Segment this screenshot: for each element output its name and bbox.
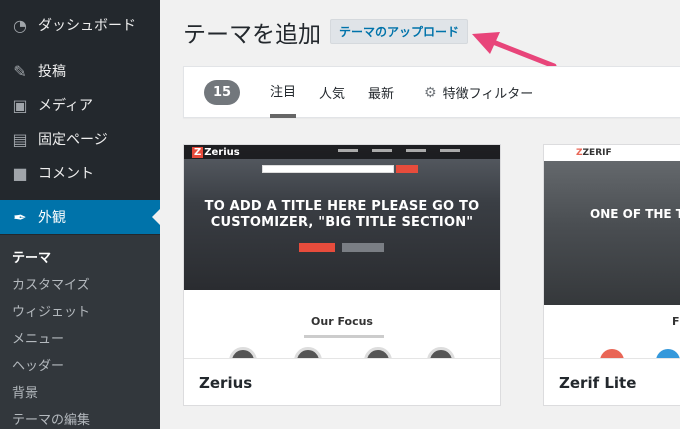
menu-posts[interactable]: ✎ 投稿	[0, 54, 160, 88]
menu-comments[interactable]: ■ コメント	[0, 156, 160, 190]
screenshot-feature-circle	[600, 349, 624, 358]
menu-label: 固定ページ	[38, 132, 108, 148]
upload-theme-button[interactable]: テーマのアップロード	[330, 19, 469, 44]
admin-sidebar: ◔ ダッシュボード ✎ 投稿 ▣ メディア ▤ 固定ページ ■ コメント ✒ 外…	[0, 0, 160, 429]
submenu-widgets[interactable]: ウィジェット	[12, 301, 90, 320]
pin-icon: ✎	[13, 61, 27, 81]
screenshot-section-title: F	[672, 315, 680, 328]
comment-icon: ■	[12, 163, 28, 183]
menu-label: コメント	[38, 166, 94, 182]
page-title: テーマを追加	[183, 22, 321, 48]
theme-screenshot[interactable]: ZZERIF ONE OF THE TO THEMES ON F	[544, 145, 680, 358]
theme-filter-bar: 15 注目 人気 最新 ⚙ 特徴フィルター	[183, 66, 680, 118]
tab-latest[interactable]: 最新	[368, 67, 394, 118]
tab-label: 人気	[319, 87, 346, 102]
tab-label: 注目	[270, 85, 297, 100]
submenu-customize[interactable]: カスタマイズ	[12, 274, 90, 293]
theme-name: Zerif Lite	[544, 358, 680, 405]
screenshot-headline: TO ADD A TITLE HERE PLEASE GO TO CUSTOMI…	[204, 199, 480, 230]
screenshot-nav: ZZERIF	[544, 145, 680, 161]
zerif-logo: ZZERIF	[576, 148, 612, 158]
theme-screenshot[interactable]: Z Zerius TO ADD A TITLE HERE PLEASE GO TO…	[184, 145, 500, 358]
screenshot-nav: Z Zerius	[184, 145, 500, 159]
screenshot-cta-secondary	[342, 243, 384, 252]
submenu-background[interactable]: 背景	[12, 382, 38, 401]
screenshot-nav-links	[338, 149, 460, 152]
screenshot-feature-circle	[364, 347, 392, 358]
menu-label: ダッシュボード	[38, 18, 136, 34]
theme-card-zerius[interactable]: Z Zerius TO ADD A TITLE HERE PLEASE GO TO…	[183, 144, 501, 406]
screenshot-section-title: Our Focus	[311, 315, 373, 328]
submenu-theme-editor[interactable]: テーマの編集	[12, 409, 90, 428]
screenshot-search	[262, 165, 394, 173]
active-menu-arrow	[152, 209, 160, 225]
theme-card-zerif-lite[interactable]: ZZERIF ONE OF THE TO THEMES ON F Zerif L…	[543, 144, 680, 406]
menu-dashboard[interactable]: ◔ ダッシュボード	[0, 8, 160, 42]
screenshot-feature-circle	[294, 347, 322, 358]
tab-label: 最新	[368, 87, 395, 102]
tab-feature-filter[interactable]: ⚙ 特徴フィルター	[424, 67, 533, 118]
menu-label: 投稿	[38, 64, 66, 80]
theme-count-badge: 15	[204, 80, 240, 105]
screenshot-headline: ONE OF THE TO THEMES ON	[590, 207, 680, 221]
menu-label: 外観	[38, 210, 66, 226]
screenshot-cta-primary	[299, 243, 335, 252]
appearance-submenu: テーマ カスタマイズ ウィジェット メニュー ヘッダー 背景 テーマの編集	[0, 235, 160, 429]
submenu-header[interactable]: ヘッダー	[12, 355, 64, 374]
submenu-menus[interactable]: メニュー	[12, 328, 64, 347]
menu-media[interactable]: ▣ メディア	[0, 88, 160, 122]
tab-featured[interactable]: 注目	[270, 67, 297, 118]
menu-label: メディア	[38, 98, 94, 114]
dashboard-icon: ◔	[13, 15, 27, 35]
submenu-themes[interactable]: テーマ	[12, 247, 51, 266]
page-icon: ▤	[12, 129, 28, 149]
gear-icon: ⚙	[424, 84, 437, 101]
brush-icon: ✒	[13, 207, 27, 227]
screenshot-hero	[544, 145, 680, 305]
tab-popular[interactable]: 人気	[319, 67, 345, 118]
menu-pages[interactable]: ▤ 固定ページ	[0, 122, 160, 156]
screenshot-feature-circle	[229, 347, 257, 358]
zerius-logo: Z Zerius	[192, 147, 240, 158]
tab-label: 特徴フィルター	[442, 87, 534, 102]
screenshot-feature-circle	[427, 347, 455, 358]
screenshot-feature-circle	[656, 349, 680, 358]
screenshot-section-subtitle	[304, 335, 384, 338]
media-icon: ▣	[12, 95, 28, 115]
theme-name: Zerius	[184, 358, 500, 405]
menu-appearance[interactable]: ✒ 外観	[0, 200, 160, 234]
screenshot-search-button	[396, 165, 418, 173]
